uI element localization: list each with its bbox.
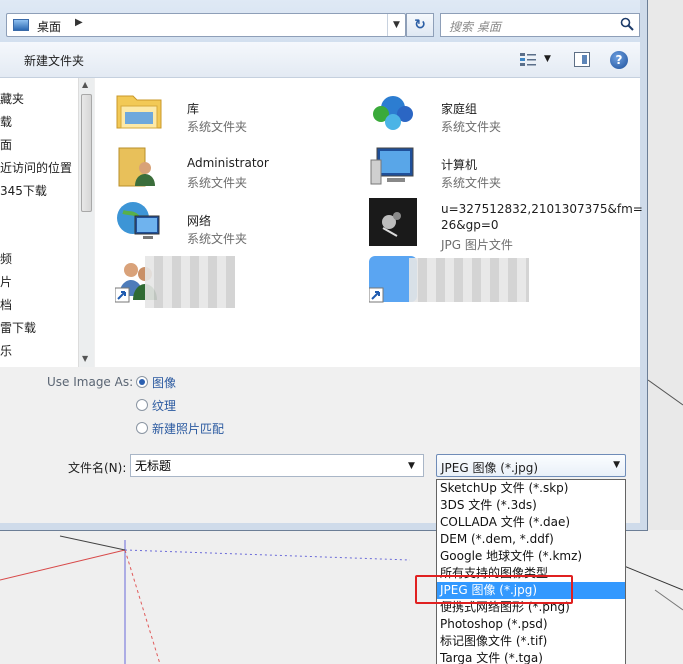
file-name: 网络	[187, 214, 212, 228]
refresh-button[interactable]: ↻	[406, 13, 434, 37]
annotation-highlight-box	[415, 575, 573, 604]
nav-item-desktop[interactable]: 面	[0, 136, 12, 153]
file-item-computer[interactable]: 计算机 系统文件夹	[369, 142, 619, 198]
filetype-option-tga[interactable]: Targa 文件 (*.tga)	[437, 650, 625, 664]
network-icon	[117, 202, 160, 239]
navigation-pane: 藏夹 载 面 近访问的位置 345下载 频 片 档 雷下载 乐 ▲ ▼	[0, 78, 94, 367]
filetype-selected: JPEG 图像 (*.jpg)	[441, 461, 539, 475]
nav-scrollbar[interactable]: ▲ ▼	[78, 78, 94, 367]
nav-item-recent[interactable]: 近访问的位置	[0, 159, 72, 176]
radio-match-photo[interactable]	[136, 422, 148, 434]
file-name-line1: u=327512832,2101307375&fm=	[441, 202, 643, 216]
blurred-name	[409, 258, 529, 302]
file-name: 计算机	[441, 158, 478, 172]
radio-match-photo-label[interactable]: 新建照片匹配	[152, 420, 224, 437]
nav-item-pictures[interactable]: 片	[0, 273, 12, 290]
homegroup-icon	[373, 96, 413, 130]
filetype-option-tif[interactable]: 标记图像文件 (*.tif)	[437, 633, 625, 650]
filename-label: 文件名(N):	[68, 461, 127, 475]
filetype-option-dae[interactable]: COLLADA 文件 (*.dae)	[437, 514, 625, 531]
nav-item-thunder-downloads[interactable]: 雷下载	[0, 319, 36, 336]
address-row: 桌面 ▶ ▼ ↻ 搜索 桌面	[0, 0, 640, 42]
use-image-as-label: Use Image As:	[47, 375, 134, 389]
file-item-network[interactable]: 网络 系统文件夹	[115, 198, 365, 254]
address-location[interactable]: 桌面	[37, 18, 61, 35]
nav-item-music[interactable]: 乐	[0, 342, 12, 359]
filetype-option-dem[interactable]: DEM (*.dem, *.ddf)	[437, 531, 625, 548]
file-type: 系统文件夹	[441, 120, 502, 134]
file-name-line2: 26&gp=0	[441, 218, 499, 232]
search-icon[interactable]	[620, 17, 634, 31]
file-name: Administrator	[187, 156, 269, 170]
file-list: 库 系统文件夹 家庭组 系统文件夹 Administrator 系统文件夹 计算…	[95, 78, 643, 367]
library-folder-icon	[116, 95, 162, 129]
file-type: 系统文件夹	[187, 176, 248, 190]
filetype-option-skp[interactable]: SketchUp 文件 (*.skp)	[437, 480, 625, 497]
file-type: 系统文件夹	[187, 232, 248, 246]
filetype-option-psd[interactable]: Photoshop (*.psd)	[437, 616, 625, 633]
dialog-body: 桌面 ▶ ▼ ↻ 搜索 桌面 新建文件夹 ▼ ? 藏夹 载 面 近访问的位置 3…	[0, 0, 643, 523]
file-name: 家庭组	[441, 102, 478, 116]
nav-item-documents[interactable]: 档	[0, 296, 12, 313]
chevron-down-icon[interactable]: ▼	[613, 460, 620, 470]
file-type: 系统文件夹	[187, 120, 248, 134]
search-input[interactable]: 搜索 桌面	[440, 13, 640, 37]
file-item-homegroup[interactable]: 家庭组 系统文件夹	[369, 86, 619, 142]
address-bar[interactable]: 桌面 ▶ ▼	[6, 13, 406, 37]
nav-item-2345-downloads[interactable]: 345下载	[0, 182, 47, 199]
filetype-select[interactable]: JPEG 图像 (*.jpg) ▼	[436, 454, 626, 477]
radio-texture[interactable]	[136, 399, 148, 411]
filetype-option-3ds[interactable]: 3DS 文件 (*.3ds)	[437, 497, 625, 514]
radio-image[interactable]	[136, 376, 148, 388]
view-options-icon[interactable]	[520, 53, 536, 67]
image-thumbnail-icon	[369, 198, 417, 246]
nav-item-videos[interactable]: 频	[0, 250, 12, 267]
scroll-up-icon[interactable]: ▲	[82, 80, 88, 89]
toolbar: 新建文件夹 ▼ ?	[0, 42, 640, 78]
breadcrumb-arrow-icon[interactable]: ▶	[75, 17, 83, 28]
file-item-jpg[interactable]: u=327512832,2101307375&fm= 26&gp=0 JPG 图…	[369, 198, 643, 254]
blurred-name	[145, 256, 235, 308]
user-folder-icon	[118, 147, 155, 187]
nav-scroll-thumb[interactable]	[81, 94, 92, 212]
file-name: 库	[187, 102, 200, 116]
scroll-down-icon[interactable]: ▼	[82, 354, 88, 363]
help-icon[interactable]: ?	[610, 51, 628, 69]
file-item-library[interactable]: 库 系统文件夹	[115, 86, 365, 142]
preview-pane-icon[interactable]	[574, 52, 590, 67]
filetype-option-kmz[interactable]: Google 地球文件 (*.kmz)	[437, 548, 625, 565]
nav-item-downloads[interactable]: 载	[0, 113, 12, 130]
nav-item-favorites[interactable]: 藏夹	[0, 90, 24, 107]
address-dropdown-icon[interactable]: ▼	[387, 14, 405, 36]
file-item-shortcut-1[interactable]	[115, 256, 365, 312]
radio-image-label[interactable]: 图像	[152, 374, 176, 391]
file-type: JPG 图片文件	[441, 238, 513, 252]
view-dropdown-icon[interactable]: ▼	[544, 54, 551, 64]
file-item-shortcut-2[interactable]	[369, 256, 619, 312]
radio-texture-label[interactable]: 纹理	[152, 397, 176, 414]
file-type: 系统文件夹	[441, 176, 502, 190]
filename-dropdown-icon[interactable]: ▼	[408, 461, 415, 471]
filetype-dropdown-list: SketchUp 文件 (*.skp) 3DS 文件 (*.3ds) COLLA…	[436, 479, 626, 664]
computer-icon	[370, 147, 414, 185]
filename-input[interactable]	[130, 454, 424, 477]
save-dialog: 桌面 ▶ ▼ ↻ 搜索 桌面 新建文件夹 ▼ ? 藏夹 载 面 近访问的位置 3…	[0, 0, 648, 531]
search-placeholder: 搜索 桌面	[449, 20, 501, 34]
file-item-administrator[interactable]: Administrator 系统文件夹	[115, 142, 365, 198]
desktop-icon	[13, 19, 29, 31]
new-folder-button[interactable]: 新建文件夹	[24, 52, 84, 69]
